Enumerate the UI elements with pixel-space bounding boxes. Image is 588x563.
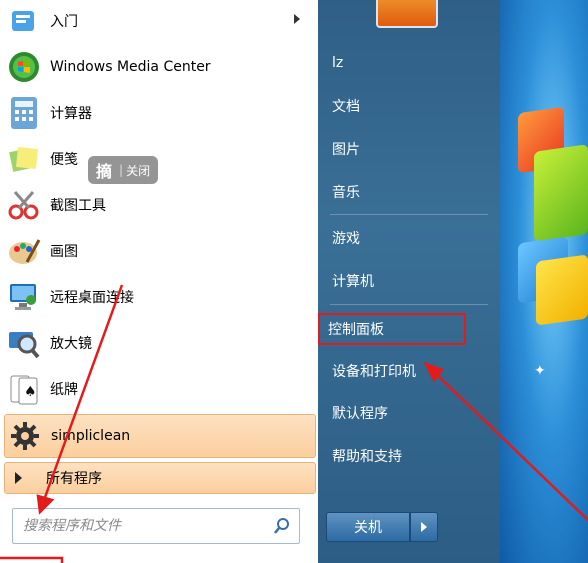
play-arrow-icon — [15, 472, 22, 484]
right-item-label: 音乐 — [332, 185, 360, 201]
search-box[interactable] — [12, 508, 300, 544]
shutdown-options-button[interactable] — [410, 512, 438, 542]
submenu-arrow-icon — [294, 14, 300, 24]
program-label: 放大镜 — [50, 336, 92, 352]
program-label: 画图 — [50, 244, 78, 260]
program-item-sticky-notes[interactable]: 便笺 — [4, 138, 314, 180]
shutdown-label: 关机 — [354, 520, 382, 536]
program-item-remote-desktop[interactable]: 远程桌面连接 — [4, 276, 314, 318]
chevron-right-icon — [421, 522, 427, 532]
right-item-documents[interactable]: 文档 — [324, 89, 494, 123]
right-item-default-programs[interactable]: 默认程序 — [324, 396, 494, 430]
program-item-paint[interactable]: 画图 — [4, 230, 314, 272]
right-item-pictures[interactable]: 图片 — [324, 132, 494, 166]
getting-started-icon — [6, 3, 42, 39]
magnifier-icon — [6, 325, 42, 361]
overlay-badge[interactable]: 摘 | 关闭 — [88, 156, 159, 184]
right-item-label: 设备和打印机 — [332, 364, 416, 380]
windows-media-center-icon — [6, 49, 42, 85]
program-item-getting-started[interactable]: 入门 — [4, 0, 314, 42]
start-menu-programs-pane: 入门 Windows Media Center 计算器 便笺 摘 | 关闭 截图… — [0, 0, 319, 563]
program-item-simpliclean[interactable]: simpliclean — [4, 414, 316, 458]
right-item-devices-printers[interactable]: 设备和打印机 — [324, 354, 494, 388]
right-item-label: 帮助和支持 — [332, 449, 402, 465]
search-icon[interactable] — [273, 517, 291, 535]
right-item-music[interactable]: 音乐 — [324, 175, 494, 209]
program-label: 入门 — [50, 14, 78, 30]
right-item-label: 计算机 — [332, 274, 374, 290]
right-item-label: lz — [332, 55, 344, 71]
paint-icon — [6, 233, 42, 269]
program-label: 便笺 — [50, 152, 78, 168]
program-label: Windows Media Center — [50, 59, 211, 75]
program-label: 远程桌面连接 — [50, 290, 134, 306]
user-picture[interactable] — [376, 0, 438, 28]
divider — [330, 214, 488, 215]
start-menu-right-pane: lz 文档 图片 音乐 游戏 计算机 控制面板 设备和打印机 默认程序 帮助和支… — [318, 0, 500, 563]
right-item-label: 默认程序 — [332, 406, 388, 422]
right-item-label: 控制面板 — [328, 322, 384, 338]
windows-logo-green — [534, 144, 588, 242]
calculator-icon — [6, 95, 42, 131]
program-label: simpliclean — [51, 428, 131, 444]
right-item-games[interactable]: 游戏 — [324, 221, 494, 255]
program-item-magnifier[interactable]: 放大镜 — [4, 322, 314, 364]
all-programs-button[interactable]: 所有程序 — [4, 462, 316, 494]
badge-main: 摘 — [96, 162, 113, 181]
snipping-tool-icon — [6, 187, 42, 223]
right-item-user[interactable]: lz — [324, 46, 494, 80]
sticky-notes-icon — [6, 141, 42, 177]
remote-desktop-icon — [6, 279, 42, 315]
program-item-calculator[interactable]: 计算器 — [4, 92, 314, 134]
right-item-computer[interactable]: 计算机 — [324, 264, 494, 298]
shutdown-button[interactable]: 关机 — [326, 512, 410, 542]
divider — [330, 304, 488, 305]
all-programs-label: 所有程序 — [46, 471, 102, 487]
program-label: 截图工具 — [50, 198, 106, 214]
right-item-control-panel[interactable]: 控制面板 — [318, 313, 466, 345]
sparkle-icon: ✦ — [534, 363, 546, 379]
badge-close-label[interactable]: 关闭 — [126, 162, 150, 179]
program-item-snipping-tool[interactable]: 截图工具 — [4, 184, 314, 226]
right-item-label: 文档 — [332, 99, 360, 115]
right-item-label: 图片 — [332, 142, 360, 158]
gear-icon — [7, 418, 43, 454]
search-input[interactable] — [21, 509, 265, 543]
desktop-wallpaper: ✦ — [500, 0, 588, 563]
program-item-solitaire[interactable]: ♠ 纸牌 — [4, 368, 314, 410]
badge-separator: | — [119, 163, 124, 177]
solitaire-icon: ♠ — [6, 371, 42, 407]
right-item-help-support[interactable]: 帮助和支持 — [324, 439, 494, 473]
program-label: 纸牌 — [50, 382, 78, 398]
svg-text:♠: ♠ — [24, 384, 37, 400]
program-item-windows-media-center[interactable]: Windows Media Center — [4, 46, 314, 88]
program-label: 计算器 — [50, 106, 92, 122]
windows-logo-yellow — [536, 254, 588, 326]
right-item-label: 游戏 — [332, 231, 360, 247]
